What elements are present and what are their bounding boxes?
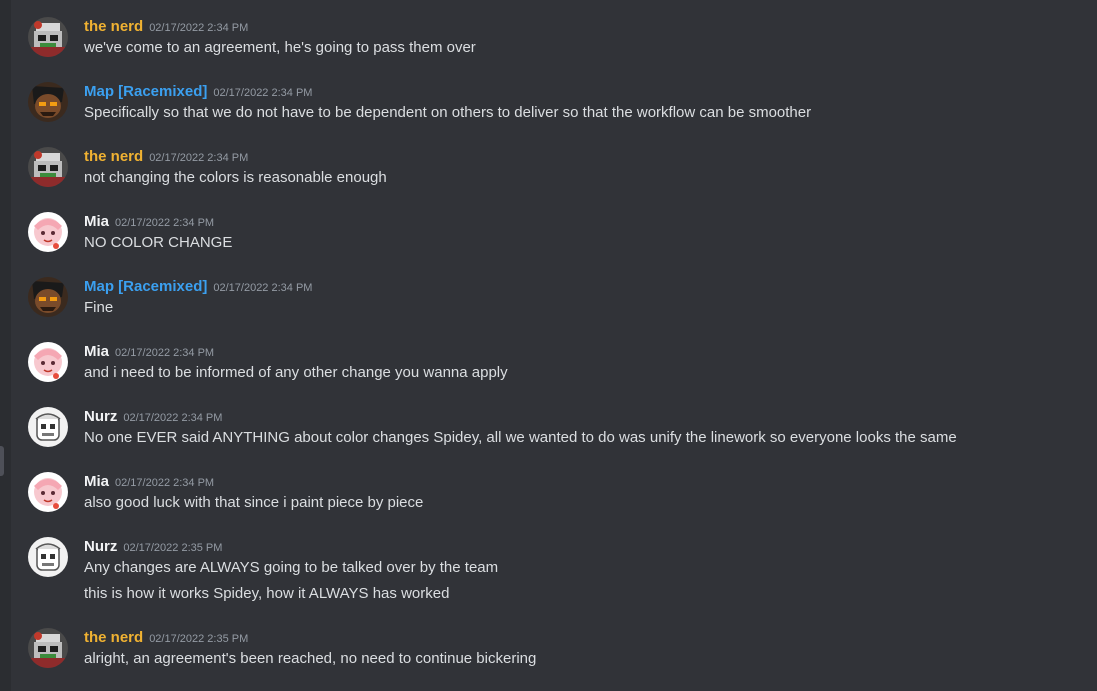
map-avatar[interactable] xyxy=(28,277,68,317)
message-header: Mia 02/17/2022 2:34 PM xyxy=(84,341,214,363)
author-name[interactable]: the nerd xyxy=(84,18,143,35)
mia-avatar[interactable] xyxy=(28,342,68,382)
message-text: Fine xyxy=(84,299,114,316)
mia-avatar[interactable] xyxy=(28,212,68,252)
timestamp: 02/17/2022 2:34 PM xyxy=(149,22,249,34)
message-text: No one EVER said ANYTHING about color ch… xyxy=(84,429,957,446)
timestamp: 02/17/2022 2:35 PM xyxy=(149,633,249,645)
timestamp: 02/17/2022 2:34 PM xyxy=(115,217,215,229)
the-nerd-avatar[interactable] xyxy=(28,17,68,57)
message-text: not changing the colors is reasonable en… xyxy=(84,169,387,186)
author-name[interactable]: Mia xyxy=(84,473,109,490)
message-header: the nerd 02/17/2022 2:34 PM xyxy=(84,146,248,168)
mia-avatar[interactable] xyxy=(28,472,68,512)
channel-scroll-strip xyxy=(0,0,11,691)
message-text: Any changes are ALWAYS going to be talke… xyxy=(84,559,499,576)
author-name[interactable]: Mia xyxy=(84,343,109,360)
nurz-avatar[interactable] xyxy=(28,537,68,577)
message-header: the nerd 02/17/2022 2:35 PM xyxy=(84,627,248,649)
author-name[interactable]: Map [Racemixed] xyxy=(84,278,207,295)
author-name[interactable]: the nerd xyxy=(84,148,143,165)
timestamp: 02/17/2022 2:34 PM xyxy=(213,282,313,294)
scroll-indicator[interactable] xyxy=(0,446,4,476)
message-header: Mia 02/17/2022 2:34 PM xyxy=(84,211,214,233)
timestamp: 02/17/2022 2:34 PM xyxy=(123,412,223,424)
author-name[interactable]: Map [Racemixed] xyxy=(84,83,207,100)
timestamp: 02/17/2022 2:34 PM xyxy=(213,87,313,99)
timestamp: 02/17/2022 2:34 PM xyxy=(115,477,215,489)
message-header: Mia 02/17/2022 2:34 PM xyxy=(84,471,214,493)
map-avatar[interactable] xyxy=(28,82,68,122)
author-name[interactable]: Nurz xyxy=(84,408,117,425)
message-header: Nurz 02/17/2022 2:35 PM xyxy=(84,536,222,558)
author-name[interactable]: Nurz xyxy=(84,538,117,555)
timestamp: 02/17/2022 2:34 PM xyxy=(115,347,215,359)
author-name[interactable]: Mia xyxy=(84,213,109,230)
message-header: Nurz 02/17/2022 2:34 PM xyxy=(84,406,222,428)
author-name[interactable]: the nerd xyxy=(84,629,143,646)
message-text: this is how it works Spidey, how it ALWA… xyxy=(84,585,450,602)
message-text: NO COLOR CHANGE xyxy=(84,234,233,251)
timestamp: 02/17/2022 2:35 PM xyxy=(123,542,223,554)
nurz-avatar[interactable] xyxy=(28,407,68,447)
message-text: also good luck with that since i paint p… xyxy=(84,494,424,511)
message-text: we've come to an agreement, he's going t… xyxy=(84,39,476,56)
message-header: Map [Racemixed] 02/17/2022 2:34 PM xyxy=(84,81,312,103)
message-text: and i need to be informed of any other c… xyxy=(84,364,508,381)
message-header: the nerd 02/17/2022 2:34 PM xyxy=(84,16,248,38)
timestamp: 02/17/2022 2:34 PM xyxy=(149,152,249,164)
the-nerd-avatar[interactable] xyxy=(28,147,68,187)
the-nerd-avatar[interactable] xyxy=(28,628,68,668)
message-text: Specifically so that we do not have to b… xyxy=(84,104,812,121)
message-text: alright, an agreement's been reached, no… xyxy=(84,650,537,667)
message-header: Map [Racemixed] 02/17/2022 2:34 PM xyxy=(84,276,312,298)
